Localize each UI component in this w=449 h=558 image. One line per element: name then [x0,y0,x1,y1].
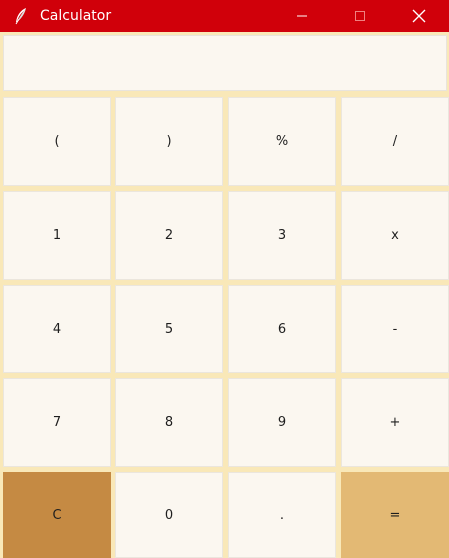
minimize-button[interactable] [273,0,331,32]
decimal-point-button[interactable]: . [228,472,336,558]
open-paren-button[interactable]: ( [3,97,111,186]
subtract-button[interactable]: - [341,285,449,373]
close-button[interactable] [390,0,448,32]
expression-display[interactable] [3,35,447,91]
calculator-window: Calculator ( ) % / 1 2 3 x 4 5 6 - 7 8 9… [0,0,449,558]
add-button[interactable]: + [341,378,449,467]
digit-9-button[interactable]: 9 [228,378,336,467]
digit-0-button[interactable]: 0 [115,472,223,558]
maximize-button[interactable] [331,0,389,32]
percent-button[interactable]: % [228,97,336,186]
digit-1-button[interactable]: 1 [3,191,111,280]
digit-6-button[interactable]: 6 [228,285,336,373]
close-icon [412,9,426,23]
feather-icon [13,7,29,25]
divide-button[interactable]: / [341,97,449,186]
digit-2-button[interactable]: 2 [115,191,223,280]
minimize-icon [296,10,308,22]
maximize-icon [354,10,366,22]
window-title: Calculator [40,8,112,24]
clear-button[interactable]: C [3,472,111,558]
digit-3-button[interactable]: 3 [228,191,336,280]
digit-8-button[interactable]: 8 [115,378,223,467]
digit-4-button[interactable]: 4 [3,285,111,373]
equals-button[interactable]: = [341,472,449,558]
digit-7-button[interactable]: 7 [3,378,111,467]
multiply-button[interactable]: x [341,191,449,280]
digit-5-button[interactable]: 5 [115,285,223,373]
close-paren-button[interactable]: ) [115,97,223,186]
title-bar[interactable]: Calculator [0,0,449,32]
